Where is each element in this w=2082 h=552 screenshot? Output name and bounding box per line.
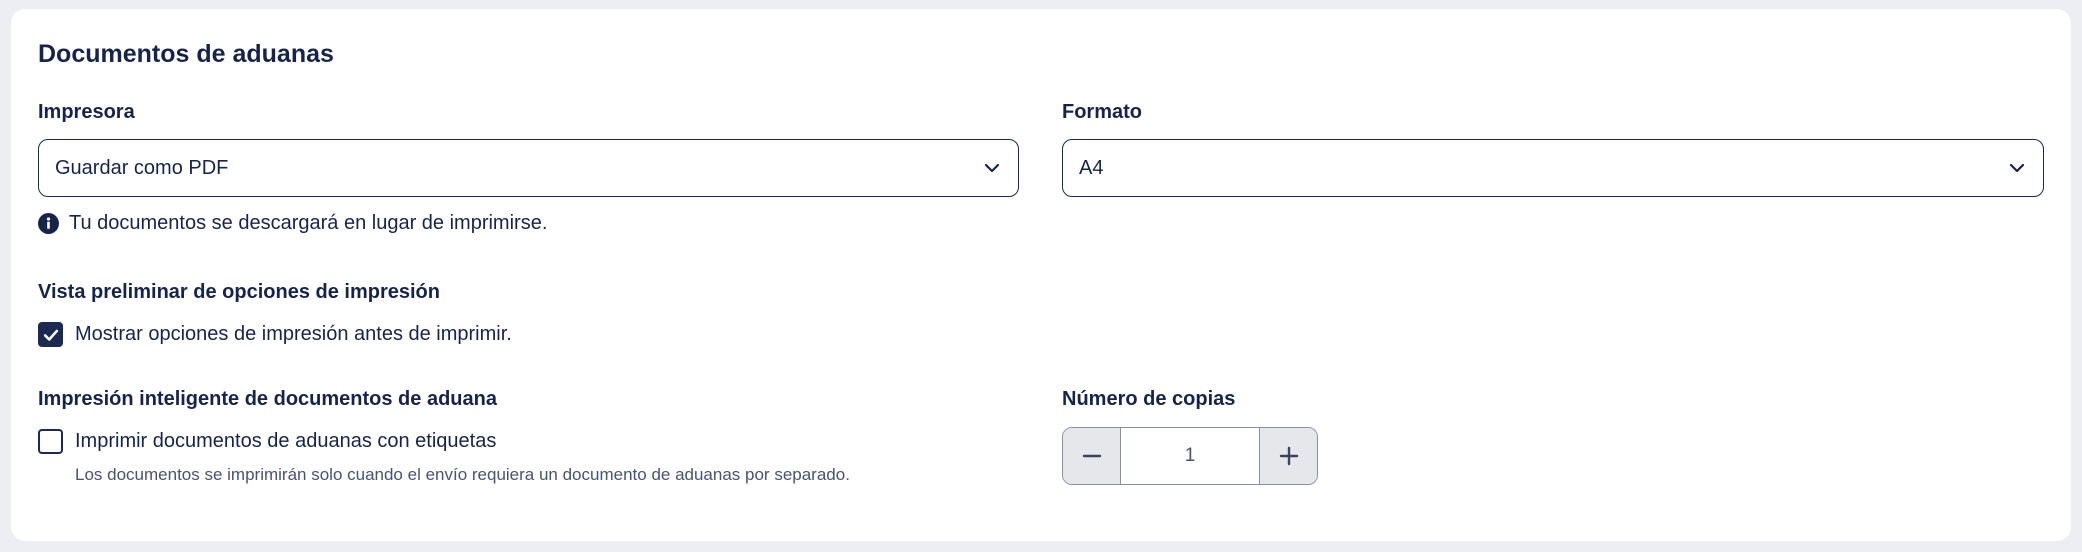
printer-info-message: Tu documentos se descargará en lugar de … [38, 212, 547, 235]
minus-icon [1082, 454, 1101, 458]
preview-checkbox-label: Mostrar opciones de impresión antes de i… [75, 323, 512, 345]
checkmark-icon [43, 329, 58, 341]
plus-icon [1279, 446, 1298, 466]
preview-checkbox[interactable] [38, 322, 63, 347]
format-select-value: A4 [1079, 156, 1104, 179]
smart-print-checkbox-label: Imprimir documentos de aduanas con etiqu… [75, 430, 497, 452]
info-circle-icon [38, 213, 59, 234]
preview-label: Vista preliminar de opciones de impresió… [38, 281, 440, 303]
printer-select-value: Guardar como PDF [55, 156, 229, 179]
increment-button[interactable] [1260, 428, 1317, 484]
copies-input[interactable]: 1 [1120, 428, 1260, 484]
smart-print-checkbox[interactable] [38, 429, 63, 454]
printer-label: Impresora [38, 101, 135, 123]
smart-print-label: Impresión inteligente de documentos de a… [38, 388, 497, 410]
smart-print-checkbox-row[interactable]: Imprimir documentos de aduanas con etiqu… [38, 429, 496, 454]
format-select[interactable]: A4 [1062, 139, 2044, 197]
section-title: Documentos de aduanas [38, 40, 334, 68]
copies-label: Número de copias [1062, 388, 1236, 410]
chevron-down-icon [984, 163, 1000, 173]
chevron-down-icon [2009, 163, 2025, 173]
printer-select[interactable]: Guardar como PDF [38, 139, 1019, 197]
smart-print-help-text: Los documentos se imprimirán solo cuando… [75, 465, 850, 484]
preview-checkbox-row[interactable]: Mostrar opciones de impresión antes de i… [38, 322, 512, 347]
customs-documents-card: Documentos de aduanas Impresora Guardar … [11, 9, 2071, 541]
decrement-button[interactable] [1063, 428, 1120, 484]
printer-info-text: Tu documentos se descargará en lugar de … [69, 212, 548, 234]
copies-stepper: 1 [1062, 427, 1318, 485]
format-label: Formato [1062, 101, 1142, 123]
